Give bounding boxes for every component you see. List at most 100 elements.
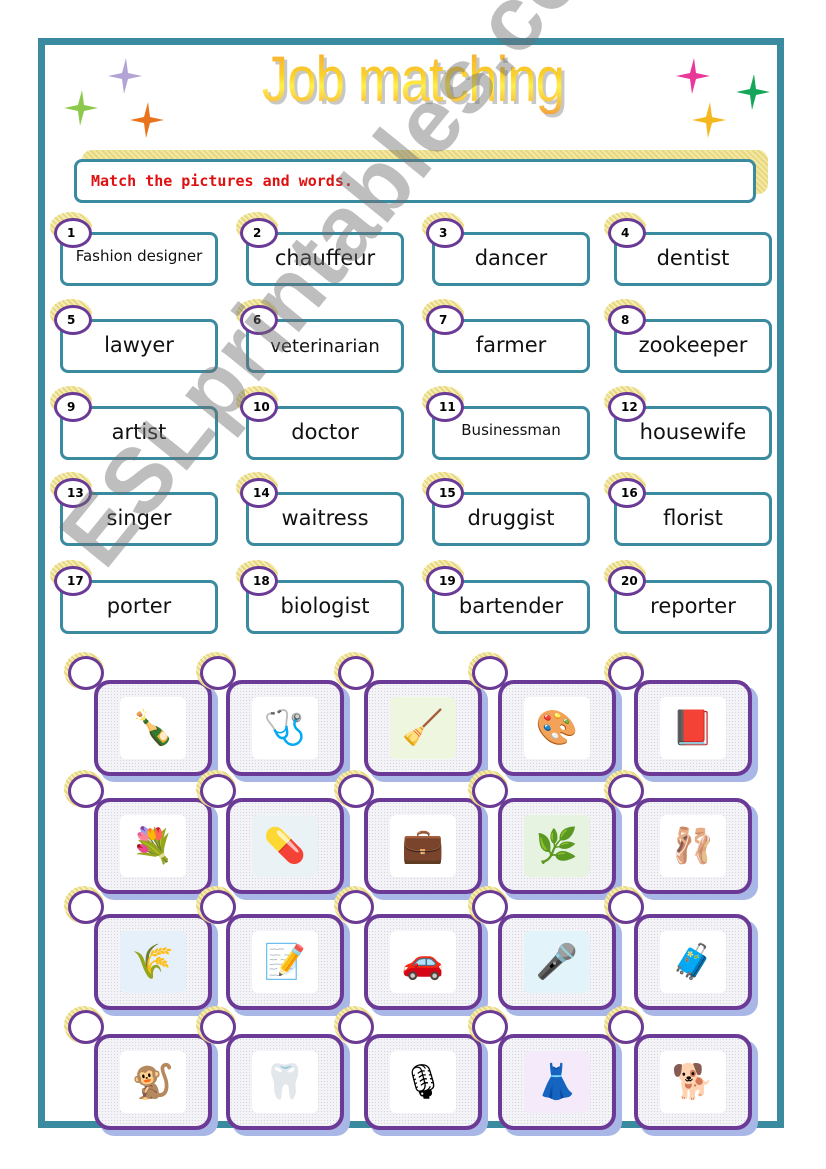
word-card: waitress 14 <box>236 472 404 546</box>
instruction-box: Match the pictures and words. <box>74 159 756 203</box>
answer-circle[interactable] <box>68 1010 104 1044</box>
picture-frame: 🩺 <box>226 680 344 776</box>
word-card: farmer 7 <box>422 299 590 373</box>
number-circle: 10 <box>240 392 278 422</box>
answer-circle[interactable] <box>200 1010 236 1044</box>
job-word: housewife <box>639 420 747 444</box>
answer-circle[interactable] <box>200 890 236 924</box>
picture-card-doctor: 🩺 <box>196 652 350 782</box>
instruction-text: Match the pictures and words. <box>91 172 353 190</box>
porter-icon: 🧳 <box>660 931 726 993</box>
number-circle: 14 <box>240 478 278 508</box>
number-circle: 1 <box>54 218 92 248</box>
job-word: florist <box>663 506 723 530</box>
picture-card-chauffeur: 🚗 <box>334 886 488 1016</box>
job-word: dancer <box>474 246 548 270</box>
picture-frame: 🐒 <box>94 1034 212 1130</box>
picture-frame: 📕 <box>634 680 752 776</box>
number-circle: 11 <box>426 392 464 422</box>
answer-circle[interactable] <box>338 890 374 924</box>
answer-circle[interactable] <box>338 1010 374 1044</box>
answer-circle[interactable] <box>472 774 508 808</box>
page-title: Job matching <box>74 44 751 114</box>
answer-circle[interactable] <box>200 656 236 690</box>
answer-circle[interactable] <box>472 656 508 690</box>
dancer-icon: 🩰 <box>660 815 726 877</box>
job-word: Fashion designer <box>75 247 203 265</box>
picture-frame: 💊 <box>226 798 344 894</box>
picture-frame: 🚗 <box>364 914 482 1010</box>
answer-circle[interactable] <box>472 890 508 924</box>
job-word: doctor <box>291 420 359 444</box>
number-circle: 7 <box>426 305 464 335</box>
picture-card-fashion-designer: 👗 <box>468 1006 622 1136</box>
word-card: Businessman 11 <box>422 386 590 460</box>
picture-frame: 🩰 <box>634 798 752 894</box>
florist-icon: 💐 <box>120 815 186 877</box>
number-circle: 13 <box>54 478 92 508</box>
word-card: Fashion designer 1 <box>50 212 218 286</box>
number-circle: 16 <box>608 478 646 508</box>
number-circle: 18 <box>240 566 278 596</box>
word-card: reporter 20 <box>604 560 772 634</box>
picture-card-farmer: 🌾 <box>64 886 218 1016</box>
picture-frame: 🌾 <box>94 914 212 1010</box>
picture-card-housewife: 🧹 <box>334 652 488 782</box>
word-card: biologist 18 <box>236 560 404 634</box>
lawyer-icon: 📕 <box>660 697 726 759</box>
number-circle: 2 <box>240 218 278 248</box>
answer-circle[interactable] <box>68 774 104 808</box>
job-word: farmer <box>475 333 547 357</box>
number-circle: 17 <box>54 566 92 596</box>
picture-frame: 🎤 <box>498 914 616 1010</box>
answer-circle[interactable] <box>68 656 104 690</box>
picture-frame: 🍾 <box>94 680 212 776</box>
number-circle: 15 <box>426 478 464 508</box>
answer-circle[interactable] <box>608 1010 644 1044</box>
doctor-icon: 🩺 <box>252 697 318 759</box>
job-word: bartender <box>458 594 564 618</box>
answer-circle[interactable] <box>608 890 644 924</box>
number-circle: 12 <box>608 392 646 422</box>
picture-card-zookeeper: 🐒 <box>64 1006 218 1136</box>
waitress-icon: 📝 <box>252 931 318 993</box>
word-card: dancer 3 <box>422 212 590 286</box>
answer-circle[interactable] <box>608 774 644 808</box>
picture-frame: 🐕 <box>634 1034 752 1130</box>
picture-card-veterinarian: 🐕 <box>604 1006 758 1136</box>
answer-circle[interactable] <box>608 656 644 690</box>
picture-frame: 👗 <box>498 1034 616 1130</box>
picture-card-businessman: 💼 <box>334 770 488 900</box>
housewife-icon: 🧹 <box>390 697 456 759</box>
answer-circle[interactable] <box>338 774 374 808</box>
word-card: druggist 15 <box>422 472 590 546</box>
veterinarian-icon: 🐕 <box>660 1051 726 1113</box>
picture-card-singer: 🎙 <box>334 1006 488 1136</box>
picture-card-reporter: 🎤 <box>468 886 622 1016</box>
word-card: zookeeper 8 <box>604 299 772 373</box>
businessman-icon: 💼 <box>390 815 456 877</box>
picture-card-druggist: 💊 <box>196 770 350 900</box>
picture-card-bartender: 🍾 <box>64 652 218 782</box>
word-card: porter 17 <box>50 560 218 634</box>
job-word: chauffeur <box>274 246 376 270</box>
picture-frame: 🦷 <box>226 1034 344 1130</box>
word-card: dentist 4 <box>604 212 772 286</box>
picture-frame: 📝 <box>226 914 344 1010</box>
answer-circle[interactable] <box>68 890 104 924</box>
job-word: singer <box>106 506 172 530</box>
word-card: florist 16 <box>604 472 772 546</box>
job-word: Businessman <box>461 421 561 439</box>
number-circle: 6 <box>240 305 278 335</box>
number-circle: 9 <box>54 392 92 422</box>
word-card: lawyer 5 <box>50 299 218 373</box>
word-card: artist 9 <box>50 386 218 460</box>
job-word: zookeeper <box>638 333 748 357</box>
picture-frame: 🎙 <box>364 1034 482 1130</box>
picture-card-dancer: 🩰 <box>604 770 758 900</box>
answer-circle[interactable] <box>200 774 236 808</box>
picture-card-waitress: 📝 <box>196 886 350 1016</box>
answer-circle[interactable] <box>472 1010 508 1044</box>
answer-circle[interactable] <box>338 656 374 690</box>
picture-frame: 🎨 <box>498 680 616 776</box>
